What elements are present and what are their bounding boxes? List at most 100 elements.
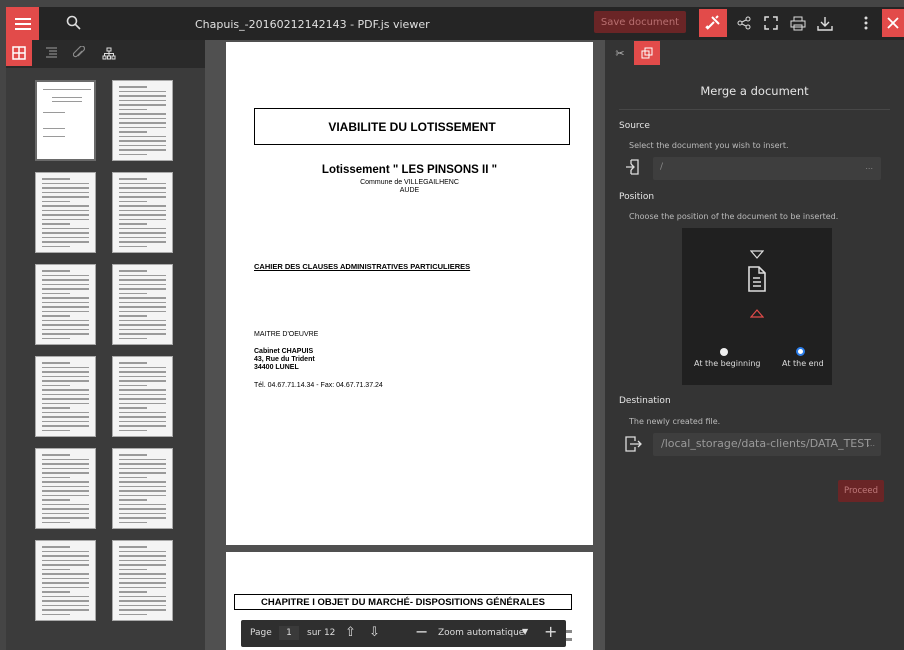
thumbnails-button[interactable] — [6, 40, 32, 66]
destination-description: The newly created file. — [629, 417, 721, 426]
option-beginning-label[interactable]: At the beginning — [694, 359, 761, 368]
tools-button[interactable] — [699, 9, 727, 37]
thumbnail-text-line — [119, 131, 147, 133]
search-button[interactable] — [61, 10, 85, 34]
page-total: sur 12 — [307, 628, 336, 638]
zoom-dropdown-icon[interactable]: ▼ — [522, 627, 528, 636]
thumbnail-text-line — [119, 366, 166, 368]
radio-end[interactable] — [796, 347, 805, 356]
next-page-icon[interactable]: ⇩ — [369, 625, 380, 640]
thumbnail-text-line — [42, 328, 89, 330]
thumbnail-text-line — [42, 604, 89, 606]
page-thumbnail[interactable] — [112, 172, 173, 253]
thumbnail-text-line — [42, 178, 70, 180]
thumbnail-text-line — [42, 288, 89, 290]
thumbnail-text-line — [43, 128, 65, 129]
page-thumbnail[interactable] — [35, 80, 96, 161]
thumbnail-text-line — [42, 476, 70, 478]
page-thumbnail[interactable] — [112, 264, 173, 345]
thumbnail-text-line — [42, 241, 89, 243]
thumbnail-text-line — [42, 205, 89, 207]
zoom-in-icon[interactable]: + — [544, 622, 557, 641]
thumbnail-text-line — [43, 112, 65, 113]
source-field[interactable]: / ... — [653, 157, 881, 180]
cut-button[interactable]: ✂ — [611, 44, 629, 62]
attachments-button[interactable] — [68, 42, 90, 64]
lotissement-title: Lotissement " LES PINSONS II " — [321, 164, 498, 176]
document-icon — [748, 266, 766, 292]
download-button[interactable] — [813, 11, 837, 35]
layers-button[interactable] — [98, 42, 120, 64]
option-end-label[interactable]: At the end — [782, 359, 824, 368]
thumbnail-text-line — [42, 245, 70, 247]
thumbnail-text-line — [52, 97, 82, 98]
thumbnail-text-line — [119, 393, 166, 395]
thumbnail-text-line — [42, 209, 89, 211]
department-text: AUDE — [399, 187, 420, 194]
thumbnail-text-line — [42, 499, 70, 501]
close-button[interactable] — [882, 9, 904, 37]
insert-top-icon[interactable] — [750, 250, 764, 259]
merge-panel: ✂ Merge a document Source Select the doc… — [605, 40, 904, 650]
thumbnail-text-line — [119, 270, 147, 272]
thumbnail-text-line — [42, 494, 89, 496]
thumbnail-text-line — [119, 591, 147, 593]
page-thumbnail[interactable] — [112, 448, 173, 529]
menu-icon — [14, 17, 31, 30]
page-thumbnail[interactable] — [35, 264, 96, 345]
thumbnail-text-line — [119, 609, 166, 611]
source-browse[interactable]: ... — [865, 162, 873, 171]
thumbnail-text-line — [42, 550, 89, 552]
fullscreen-button[interactable] — [759, 11, 783, 35]
thumbnail-text-line — [42, 297, 89, 299]
maitre-oeuvre-label: MAITRE D'OEUVRE — [254, 331, 319, 338]
thumbnail-text-line — [42, 236, 89, 238]
page-thumbnail[interactable] — [112, 80, 173, 161]
page-thumbnail[interactable] — [112, 540, 173, 621]
thumbnail-text-line — [119, 205, 166, 207]
thumbnail-text-line — [119, 613, 147, 615]
thumbnail-text-line — [119, 274, 166, 276]
zoom-select[interactable]: Zoom automatique — [438, 628, 524, 638]
page-number-input[interactable]: 1 — [279, 626, 299, 640]
thumbnail-text-line — [119, 517, 166, 519]
thumbnail-text-line — [42, 196, 89, 198]
download-icon — [817, 16, 833, 31]
insert-bottom-icon[interactable] — [750, 309, 764, 318]
thumbnail-text-line — [42, 301, 89, 303]
thumbnail-text-line — [119, 288, 166, 290]
page-thumbnail[interactable] — [35, 356, 96, 437]
more-button[interactable] — [854, 11, 878, 35]
destination-field[interactable]: /local_storage/data-clients/DATA_TEST ..… — [653, 433, 881, 456]
thumbnail-list — [6, 68, 205, 650]
destination-browse[interactable]: ... — [867, 439, 875, 448]
thumbnail-text-line — [42, 595, 89, 597]
thumbnail-text-line — [119, 600, 166, 602]
radio-beginning[interactable] — [720, 348, 728, 356]
page-thumbnail[interactable] — [35, 448, 96, 529]
menu-button[interactable] — [6, 7, 39, 40]
thumbnail-text-line — [119, 582, 166, 584]
share-button[interactable] — [732, 11, 756, 35]
thumbnail-text-line — [42, 508, 89, 510]
print-button[interactable] — [786, 11, 810, 35]
page-thumbnail[interactable] — [35, 540, 96, 621]
thumbnail-text-line — [119, 324, 166, 326]
thumbnail-text-line — [119, 380, 166, 382]
thumbnail-text-line — [119, 227, 166, 229]
thumbnail-text-line — [42, 467, 89, 469]
proceed-button[interactable]: Proceed — [838, 480, 884, 502]
merge-tool-button[interactable] — [634, 41, 660, 65]
save-document-button[interactable]: Save document — [594, 11, 686, 33]
zoom-out-icon[interactable]: − — [415, 622, 428, 641]
thumbnail-text-line — [42, 274, 89, 276]
page-thumbnail[interactable] — [35, 172, 96, 253]
page-thumbnail[interactable] — [112, 356, 173, 437]
thumbnail-text-line — [119, 135, 166, 137]
previous-page-icon[interactable]: ⇧ — [345, 625, 356, 640]
destination-label: Destination — [619, 396, 671, 406]
source-label: Source — [619, 121, 650, 131]
thumbnail-text-line — [42, 227, 89, 229]
outline-button[interactable] — [40, 42, 62, 64]
file-import-icon — [626, 159, 639, 175]
